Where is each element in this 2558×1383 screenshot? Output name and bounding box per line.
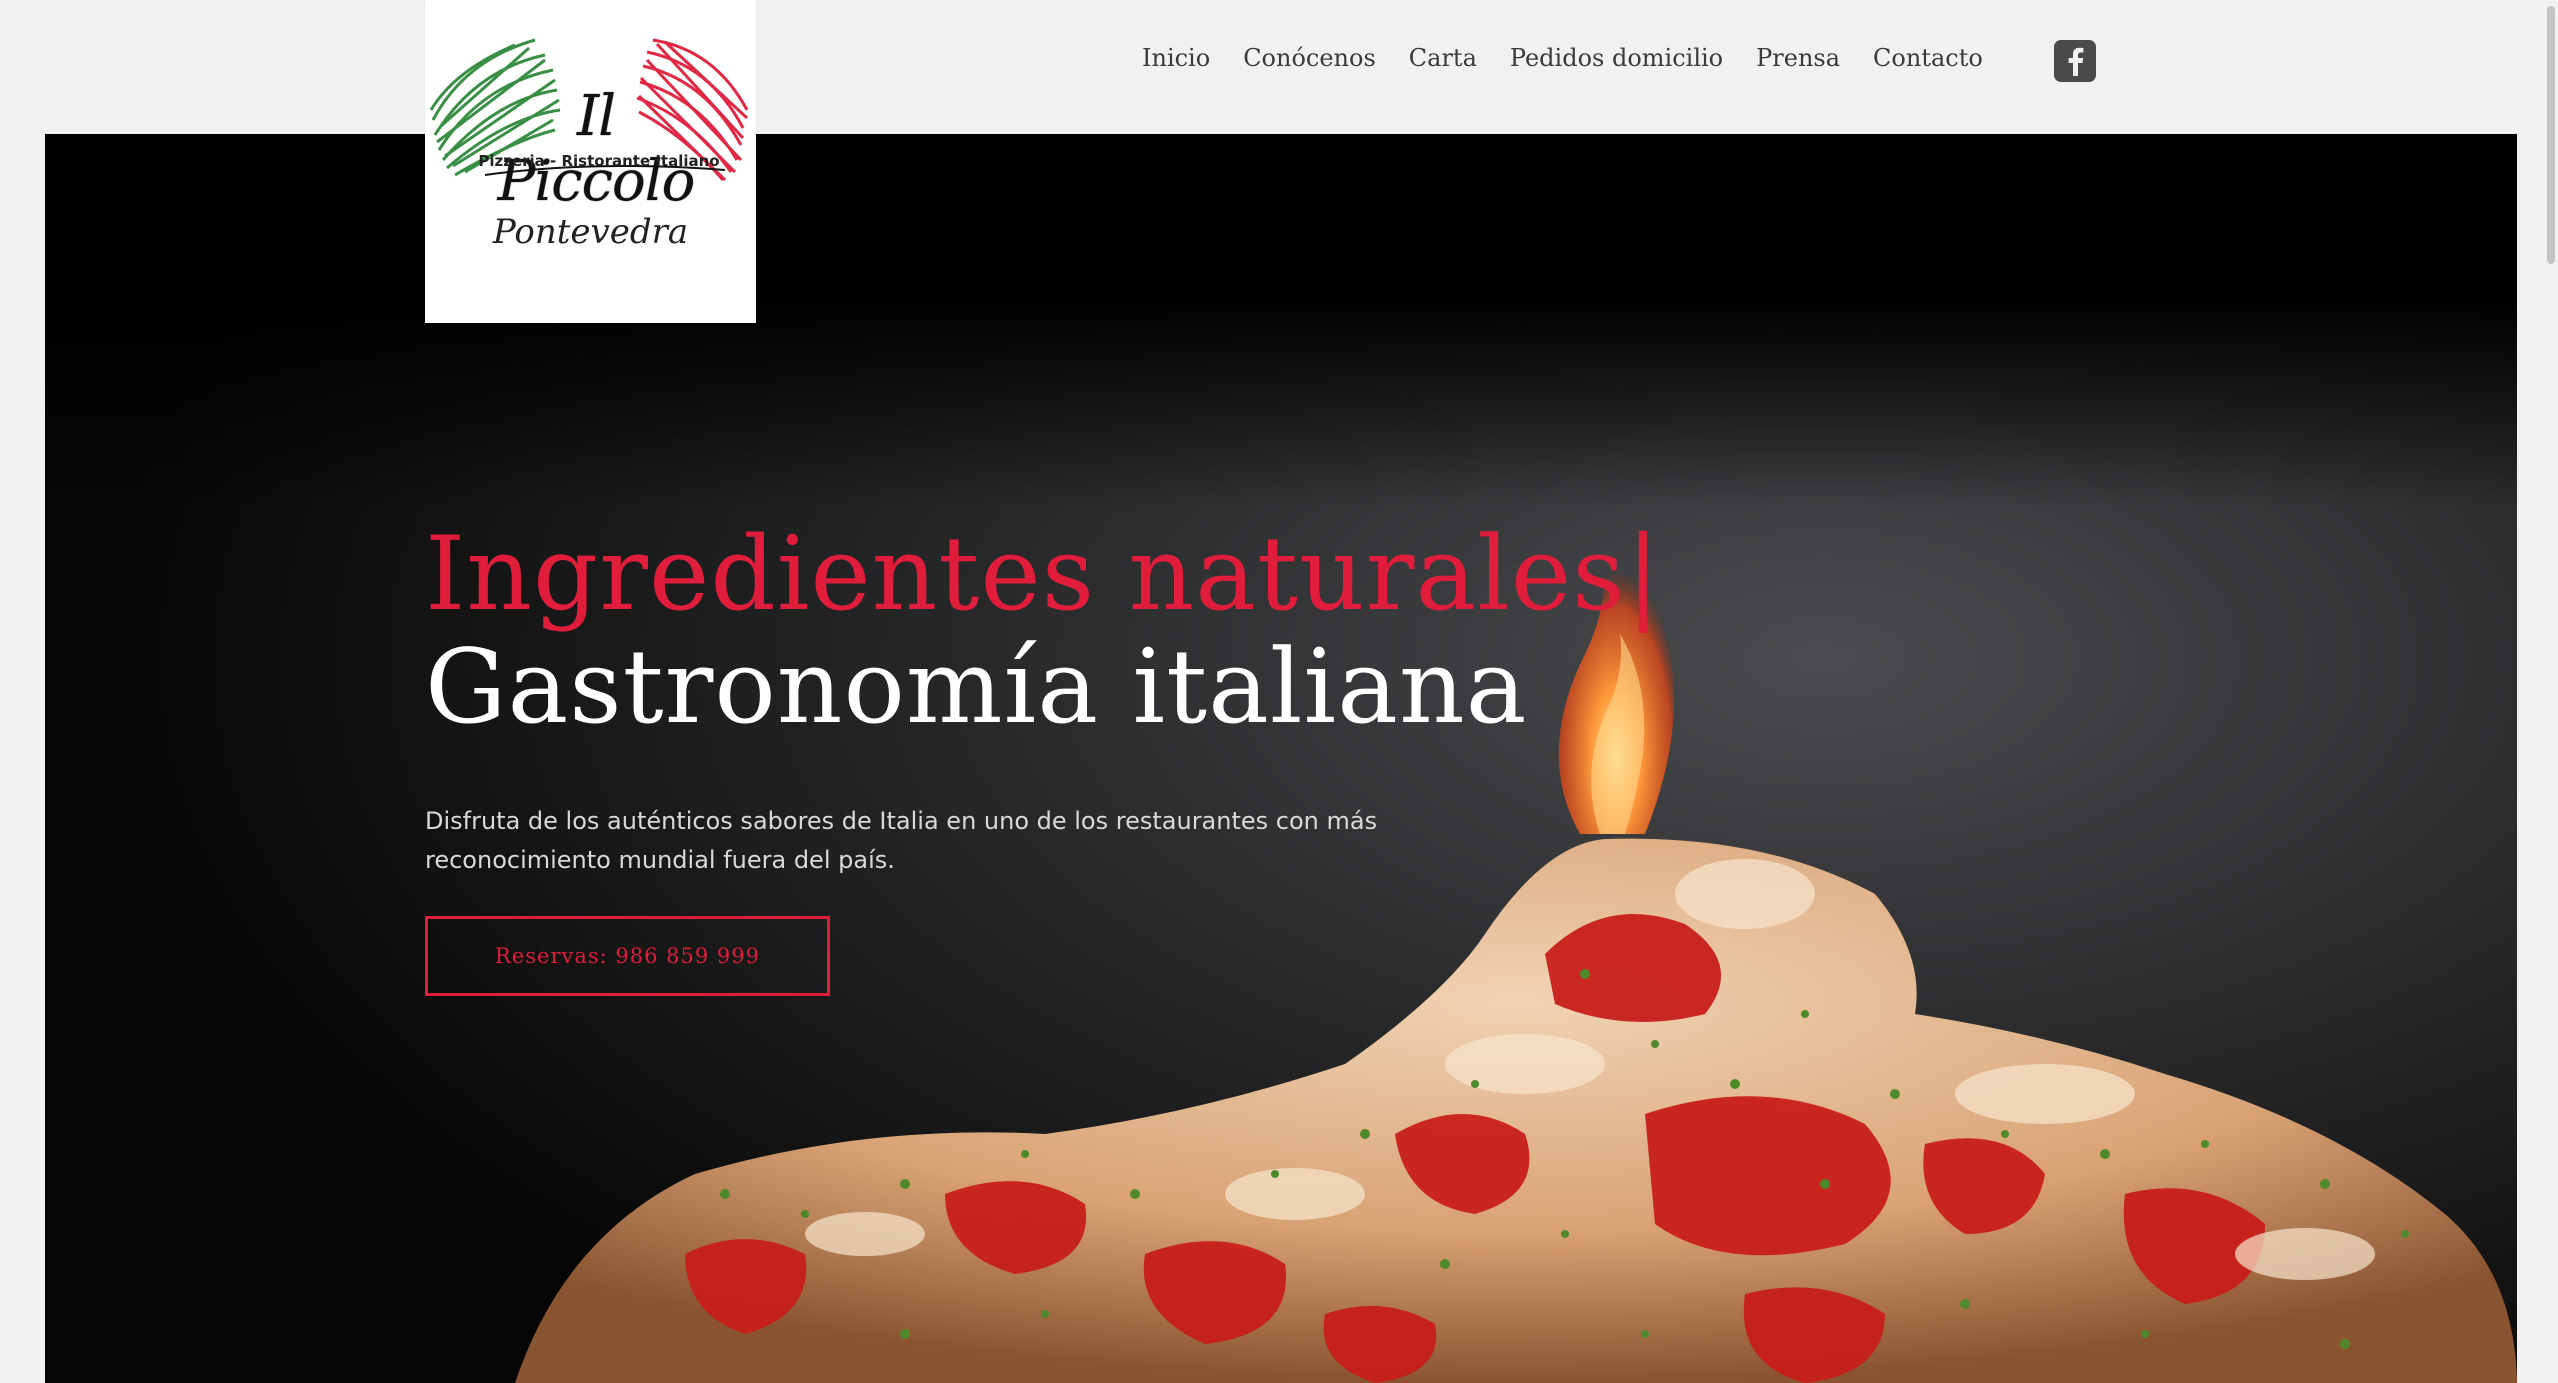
nav-item-inicio[interactable]: Inicio	[1142, 44, 1210, 72]
logo-tagline: Pizzeria - Ristorante Italiano	[478, 152, 720, 170]
nav-item-carta[interactable]: Carta	[1409, 44, 1477, 72]
nav-item-conocenos[interactable]: Conócenos	[1243, 44, 1376, 72]
site-header: Il Piccolo Pizzeria - Ristorante Italian…	[0, 0, 2558, 323]
reservations-button[interactable]: Reservas: 986 859 999	[425, 916, 830, 996]
main-nav: Inicio Conócenos Carta Pedidos domicilio…	[1142, 38, 2016, 78]
nav-item-prensa[interactable]: Prensa	[1756, 44, 1840, 72]
nav-item-contacto[interactable]: Contacto	[1873, 44, 1983, 72]
logo[interactable]: Il Piccolo Pizzeria - Ristorante Italian…	[425, 0, 756, 323]
hero-description: Disfruta de los auténticos sabores de It…	[425, 807, 1378, 874]
scrollbar-thumb[interactable]	[2547, 6, 2555, 264]
page-scrollbar[interactable]	[2544, 0, 2558, 1383]
hero-pizza-image	[45, 134, 2517, 1383]
logo-city: Pontevedra	[492, 212, 689, 252]
hero-section: Ingredientes naturales| Gastronomía ital…	[45, 134, 2517, 1383]
hero-headline-primary: Ingredientes naturales|	[425, 515, 1661, 634]
logo-brand: Il Piccolo	[497, 84, 696, 214]
facebook-icon[interactable]	[2054, 40, 2096, 82]
hero-headline-secondary: Gastronomía italiana	[425, 628, 1528, 747]
nav-item-pedidos-domicilio[interactable]: Pedidos domicilio	[1510, 44, 1723, 72]
